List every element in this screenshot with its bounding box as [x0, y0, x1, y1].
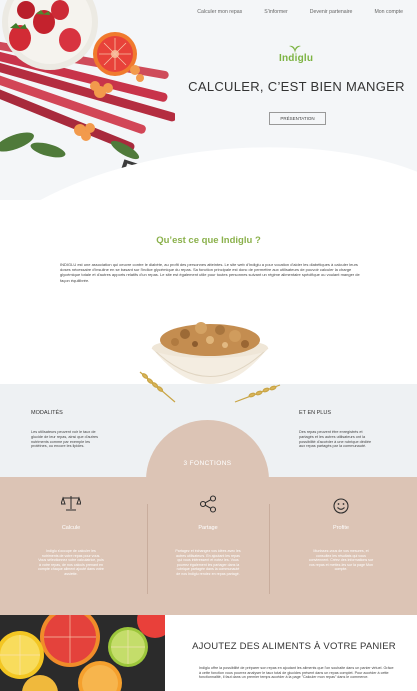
- basket-section-text: Indiglu offre la possibilité de préparer…: [199, 666, 394, 680]
- citrus-image: [0, 615, 165, 691]
- smiley-icon: [333, 498, 349, 514]
- function-name-partage: Partage: [198, 525, 218, 531]
- functions-heading: 3 FONCTIONS: [183, 460, 232, 467]
- function-text-profite: Munissez-vous de vos mesures, et consult…: [308, 549, 374, 572]
- scale-icon: [61, 496, 81, 511]
- function-divider: [269, 504, 270, 594]
- about-title: Qu’est ce que Indiglu ?: [156, 235, 261, 246]
- logo-text: Indiglu: [279, 53, 314, 64]
- functions-circle: [146, 420, 269, 540]
- modalites-text: Les utilisateurs peuvent voir le taux de…: [31, 430, 99, 449]
- hero-banner: Calculer mon repas S'informer Devenir pa…: [0, 0, 417, 200]
- function-divider: [147, 504, 148, 594]
- cereal-bowl-image: [139, 322, 281, 403]
- function-text-calcule: Indiglu s'occupe de calculer les nutrime…: [38, 549, 104, 576]
- en-plus-text: Des repas peuvent être enregistrés et pa…: [299, 430, 372, 449]
- nav-informer[interactable]: S'informer: [264, 9, 287, 15]
- nav-partenaire[interactable]: Devenir partenaire: [310, 9, 353, 15]
- main-nav: Calculer mon repas S'informer Devenir pa…: [175, 9, 403, 15]
- hero-title: CALCULER, C’EST BIEN MANGER: [188, 79, 405, 94]
- about-text: INDIGLU est une association qui oeuvre c…: [60, 262, 360, 283]
- en-plus-title: ET EN PLUS: [299, 410, 331, 416]
- function-text-partage: Partagez et échangez vos idées avec les …: [175, 549, 241, 576]
- function-name-profite: Profite: [333, 525, 349, 531]
- modalites-title: MODALITÉS: [31, 410, 63, 416]
- basket-section-title: AJOUTEZ DES ALIMENTS À VOTRE PANIER: [192, 641, 396, 652]
- function-name-calcule: Calcule: [61, 525, 81, 531]
- share-icon: [199, 495, 217, 513]
- presentation-button[interactable]: PRÉSENTATION: [269, 112, 326, 125]
- nav-compte[interactable]: Mon compte: [374, 9, 403, 15]
- indiglu-logo[interactable]: Indiglu: [279, 44, 319, 66]
- nav-calculer[interactable]: Calculer mon repas: [197, 9, 242, 15]
- granola: [160, 322, 260, 356]
